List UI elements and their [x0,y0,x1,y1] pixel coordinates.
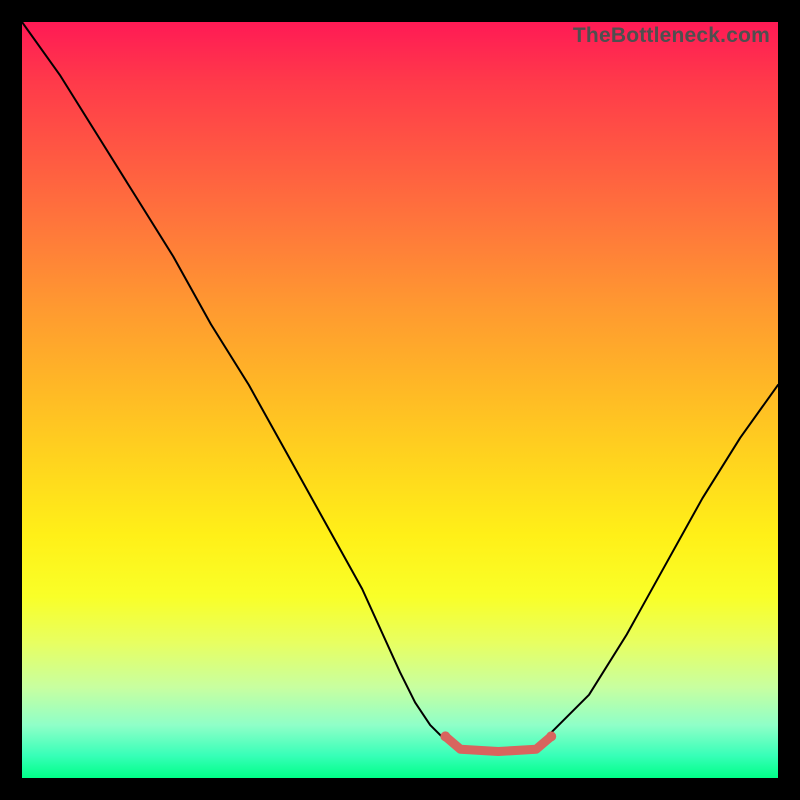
curve-svg [22,22,778,778]
optimal-range-dot-left [440,731,450,741]
optimal-range-segment [445,736,551,751]
chart-frame: TheBottleneck.com [0,0,800,800]
bottleneck-curve [22,22,778,752]
optimal-range-dot-right [546,731,556,741]
plot-area: TheBottleneck.com [22,22,778,778]
